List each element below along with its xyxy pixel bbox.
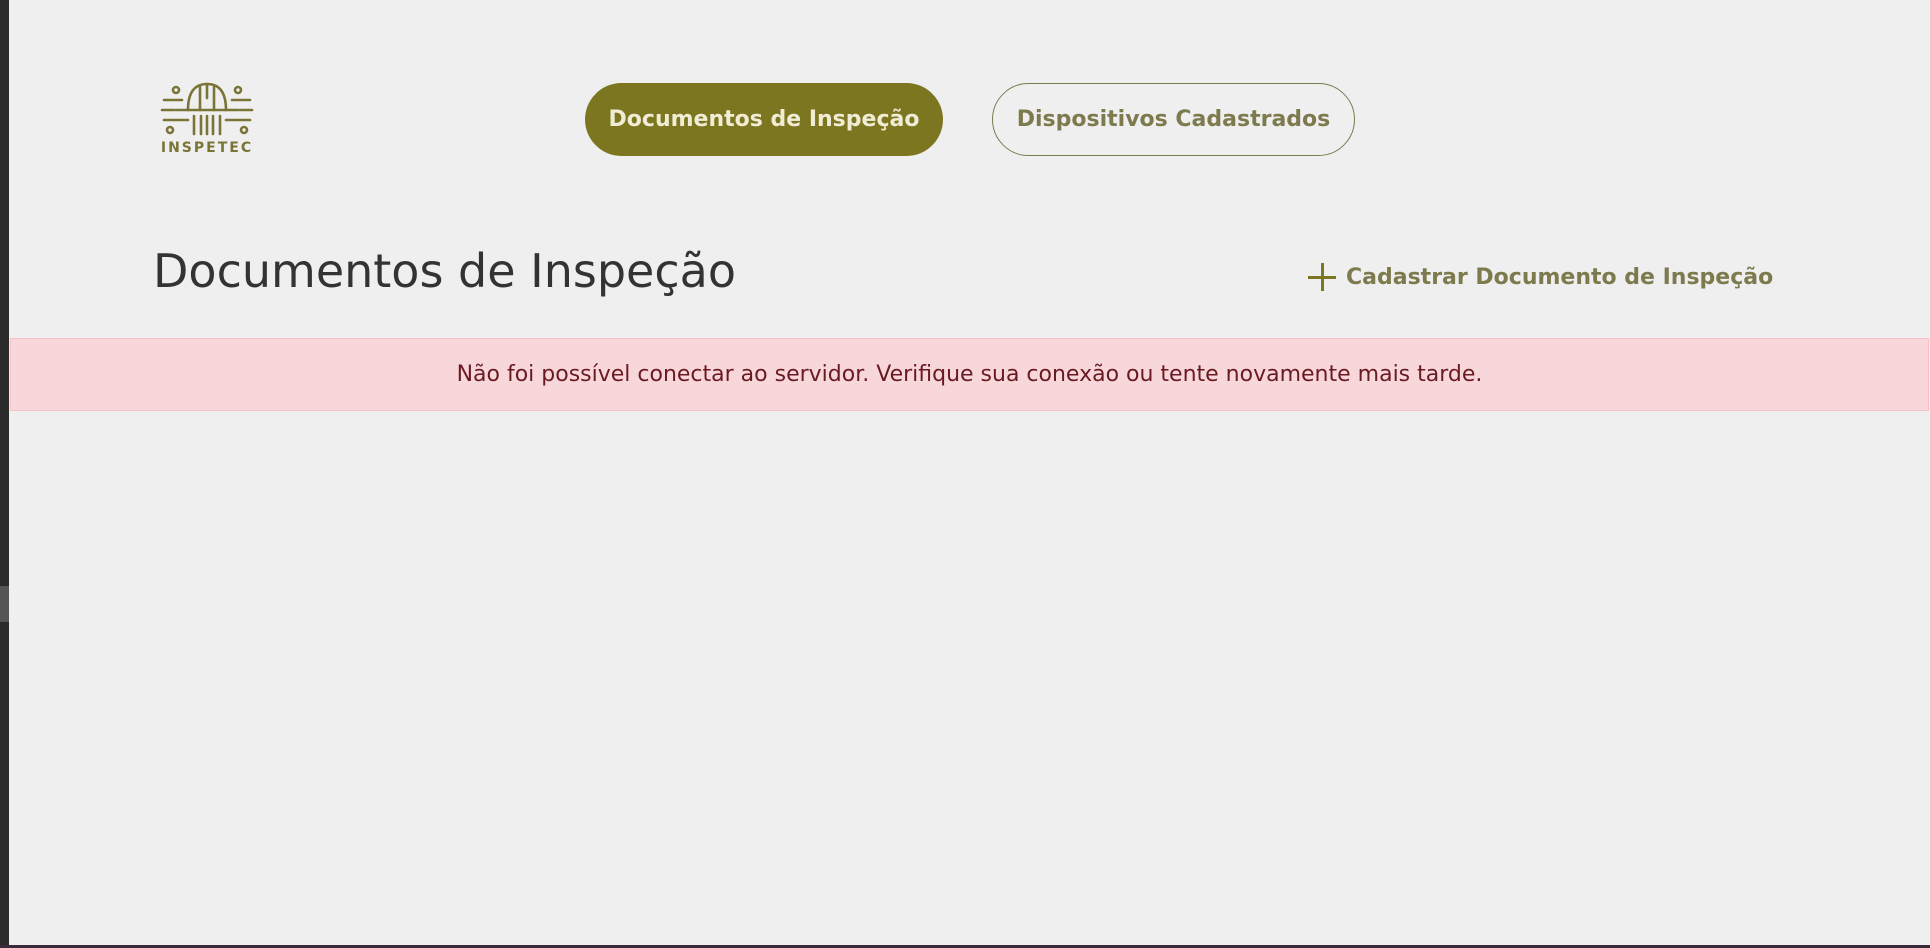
window-edge [0,0,9,948]
page-title: Documentos de Inspeção [153,244,736,298]
plus-icon [1306,261,1338,293]
add-inspection-document-button[interactable]: Cadastrar Documento de Inspeção [1306,258,1773,296]
add-inspection-document-label: Cadastrar Documento de Inspeção [1346,264,1774,290]
error-alert: Não foi possível conectar ao servidor. V… [10,338,1929,411]
scroll-handle[interactable] [0,586,9,622]
error-alert-message: Não foi possível conectar ao servidor. V… [456,362,1483,387]
tab-documentos-de-inspecao[interactable]: Documentos de Inspeção [585,83,943,156]
logo-text: INSPETEC [160,140,254,156]
app-window: INSPETEC Documentos de Inspeção Disposit… [0,0,1930,948]
inspetec-logo[interactable]: INSPETEC [160,78,254,158]
tab-dispositivos-cadastrados[interactable]: Dispositivos Cadastrados [992,83,1355,156]
helmet-circuit-icon [160,82,254,136]
